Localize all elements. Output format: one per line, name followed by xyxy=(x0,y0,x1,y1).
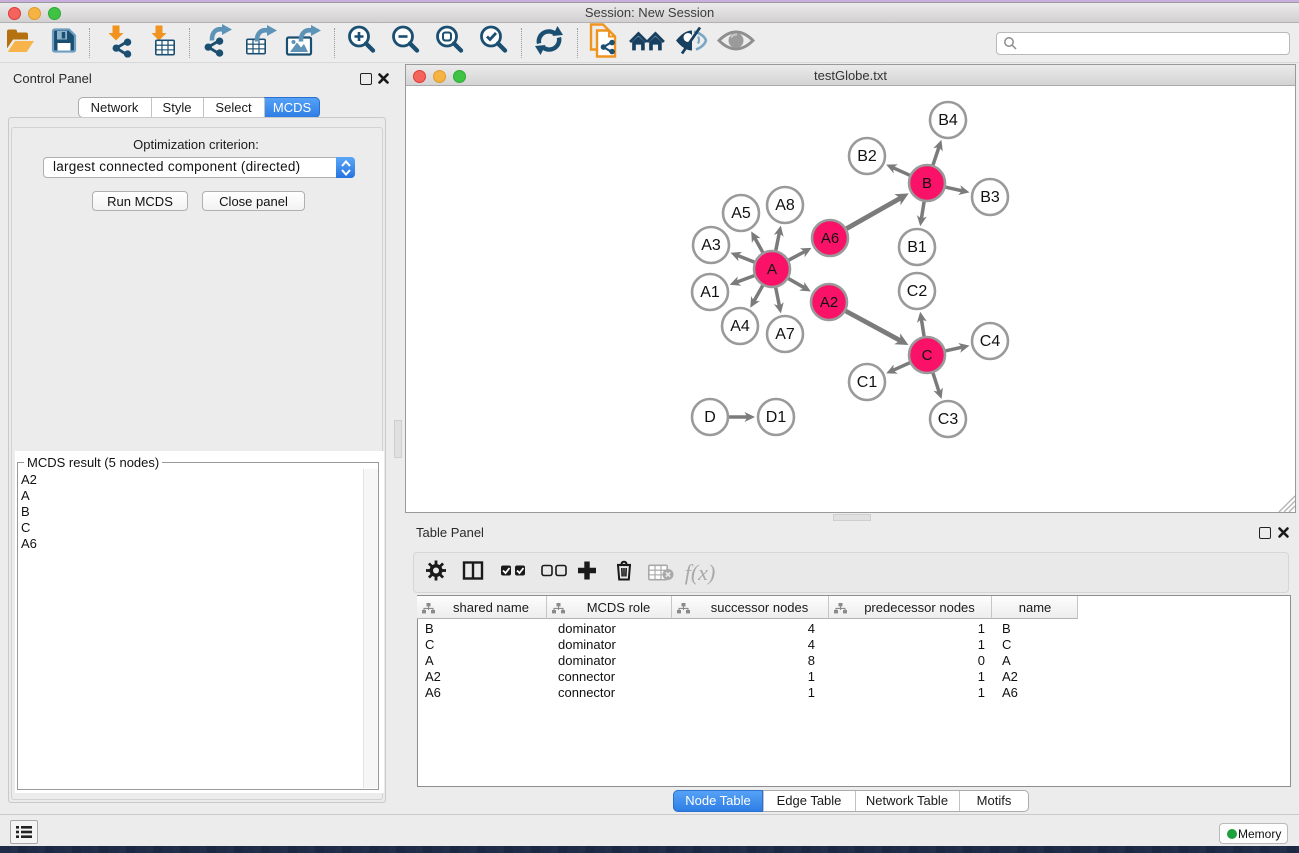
svg-text:C1: C1 xyxy=(857,374,878,391)
svg-text:A4: A4 xyxy=(730,318,750,335)
svg-text:B3: B3 xyxy=(980,189,1000,206)
svg-text:D1: D1 xyxy=(766,409,787,426)
svg-text:B4: B4 xyxy=(938,112,958,129)
svg-text:A: A xyxy=(767,261,777,278)
svg-text:B1: B1 xyxy=(907,239,927,256)
svg-text:A8: A8 xyxy=(775,197,795,214)
svg-text:C3: C3 xyxy=(938,411,959,428)
svg-text:B2: B2 xyxy=(857,148,877,165)
svg-text:A6: A6 xyxy=(821,230,839,247)
svg-text:C2: C2 xyxy=(907,283,928,300)
svg-text:D: D xyxy=(704,409,716,426)
svg-text:A1: A1 xyxy=(700,284,720,301)
svg-text:A3: A3 xyxy=(701,237,721,254)
svg-text:A7: A7 xyxy=(775,326,795,343)
svg-text:C: C xyxy=(922,347,933,364)
svg-text:A2: A2 xyxy=(820,294,838,311)
svg-text:B: B xyxy=(922,175,932,192)
svg-text:A5: A5 xyxy=(731,205,751,222)
svg-text:C4: C4 xyxy=(980,333,1001,350)
